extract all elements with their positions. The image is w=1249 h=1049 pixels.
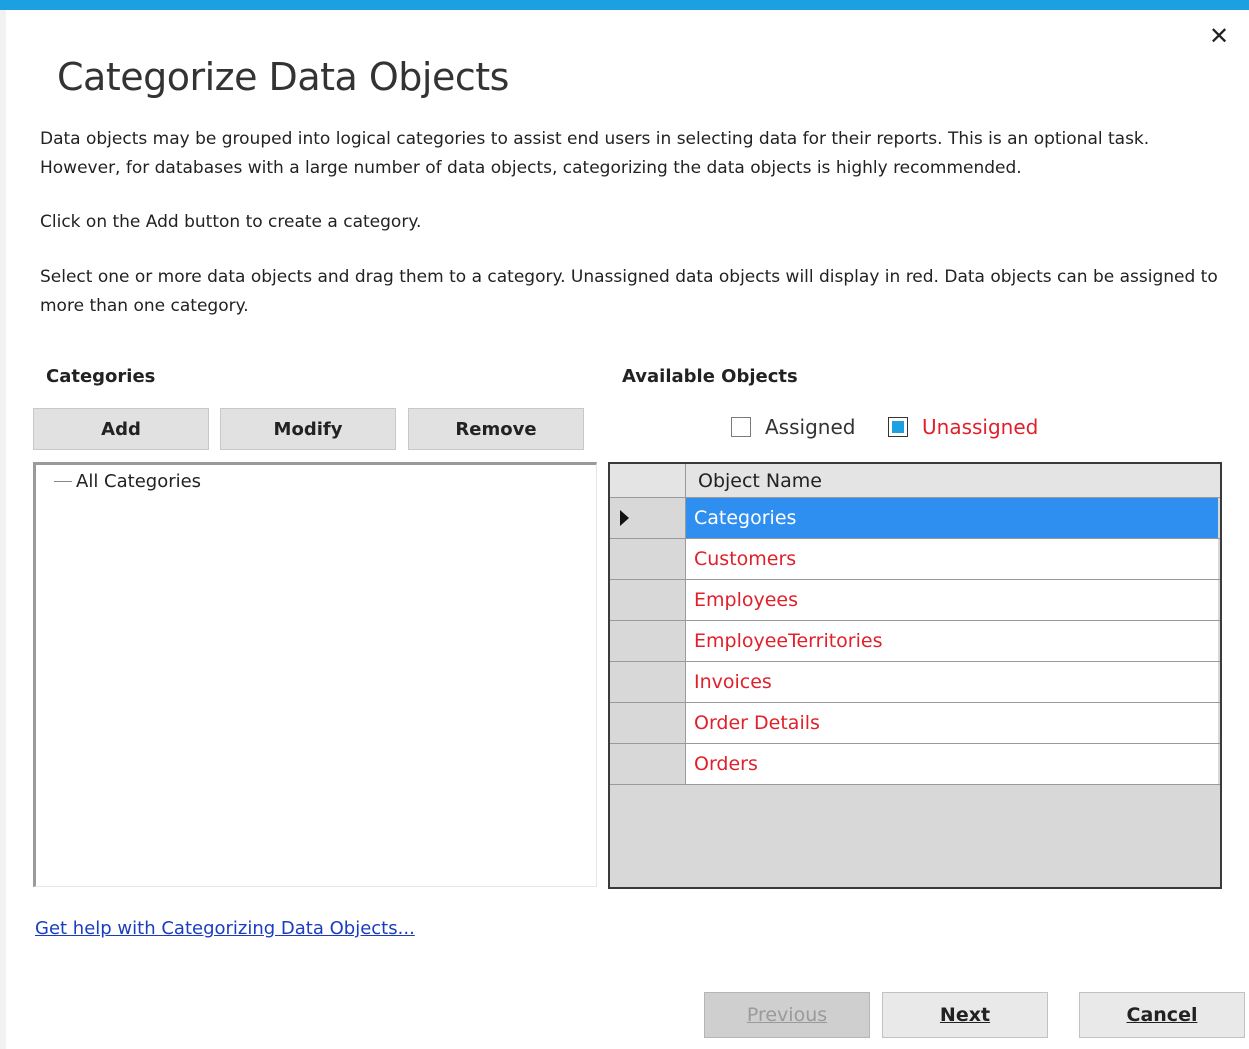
next-button[interactable]: Next bbox=[882, 992, 1048, 1038]
modify-category-button[interactable]: Modify bbox=[220, 408, 396, 450]
close-icon[interactable]: ✕ bbox=[1205, 22, 1233, 50]
unassigned-filter[interactable]: Unassigned bbox=[888, 415, 1038, 439]
row-header[interactable] bbox=[610, 662, 686, 702]
row-header[interactable] bbox=[610, 703, 686, 743]
available-objects-grid[interactable]: Object Name Categories Customers Employe… bbox=[608, 462, 1222, 889]
help-link[interactable]: Get help with Categorizing Data Objects.… bbox=[35, 918, 415, 939]
current-row-arrow-icon bbox=[620, 510, 629, 526]
table-row[interactable]: Orders bbox=[610, 744, 1220, 785]
description-paragraph-2: Click on the Add button to create a cate… bbox=[40, 212, 422, 232]
grid-corner-cell bbox=[610, 464, 686, 497]
categories-label: Categories bbox=[46, 366, 156, 387]
tree-node-label: All Categories bbox=[76, 471, 202, 492]
description-paragraph-1: Data objects may be grouped into logical… bbox=[40, 129, 1150, 178]
grid-header: Object Name bbox=[610, 464, 1220, 498]
page-title: Categorize Data Objects bbox=[57, 55, 509, 99]
next-button-label: Next bbox=[939, 1004, 991, 1026]
object-name-cell[interactable]: Employees bbox=[686, 580, 1218, 620]
cancel-button-label: Cancel bbox=[1126, 1004, 1198, 1026]
row-header[interactable] bbox=[610, 744, 686, 784]
tree-node-all-categories[interactable]: All Categories bbox=[54, 471, 201, 492]
row-header[interactable] bbox=[610, 580, 686, 620]
description-paragraph-3: Select one or more data objects and drag… bbox=[40, 267, 1218, 316]
row-header[interactable] bbox=[610, 539, 686, 579]
object-name-cell[interactable]: EmployeeTerritories bbox=[686, 621, 1218, 661]
add-category-button[interactable]: Add bbox=[33, 408, 209, 450]
assigned-label: Assigned bbox=[765, 415, 856, 439]
table-row[interactable]: EmployeeTerritories bbox=[610, 621, 1220, 662]
assigned-checkbox[interactable] bbox=[731, 417, 751, 437]
object-name-cell[interactable]: Customers bbox=[686, 539, 1218, 579]
available-objects-label: Available Objects bbox=[622, 366, 798, 387]
tree-connector-icon bbox=[54, 481, 72, 482]
table-row[interactable]: Categories bbox=[610, 498, 1220, 539]
table-row[interactable]: Customers bbox=[610, 539, 1220, 580]
table-row[interactable]: Employees bbox=[610, 580, 1220, 621]
table-row[interactable]: Order Details bbox=[610, 703, 1220, 744]
remove-category-button[interactable]: Remove bbox=[408, 408, 584, 450]
table-row[interactable]: Invoices bbox=[610, 662, 1220, 703]
unassigned-checkbox[interactable] bbox=[888, 417, 908, 437]
previous-button[interactable]: Previous bbox=[704, 992, 870, 1038]
object-name-cell[interactable]: Orders bbox=[686, 744, 1218, 784]
object-name-cell[interactable]: Order Details bbox=[686, 703, 1218, 743]
object-name-cell[interactable]: Categories bbox=[686, 498, 1218, 538]
categories-tree[interactable]: All Categories bbox=[33, 462, 597, 887]
cancel-button[interactable]: Cancel bbox=[1079, 992, 1245, 1038]
window-accent-bar bbox=[0, 0, 1249, 10]
previous-button-label: Previous bbox=[746, 1004, 828, 1026]
object-name-cell[interactable]: Invoices bbox=[686, 662, 1218, 702]
assigned-filter[interactable]: Assigned bbox=[731, 415, 855, 439]
unassigned-label: Unassigned bbox=[922, 415, 1039, 439]
row-header[interactable] bbox=[610, 498, 686, 538]
window-left-edge bbox=[0, 10, 6, 1049]
row-header[interactable] bbox=[610, 621, 686, 661]
column-header-object-name[interactable]: Object Name bbox=[698, 470, 822, 492]
